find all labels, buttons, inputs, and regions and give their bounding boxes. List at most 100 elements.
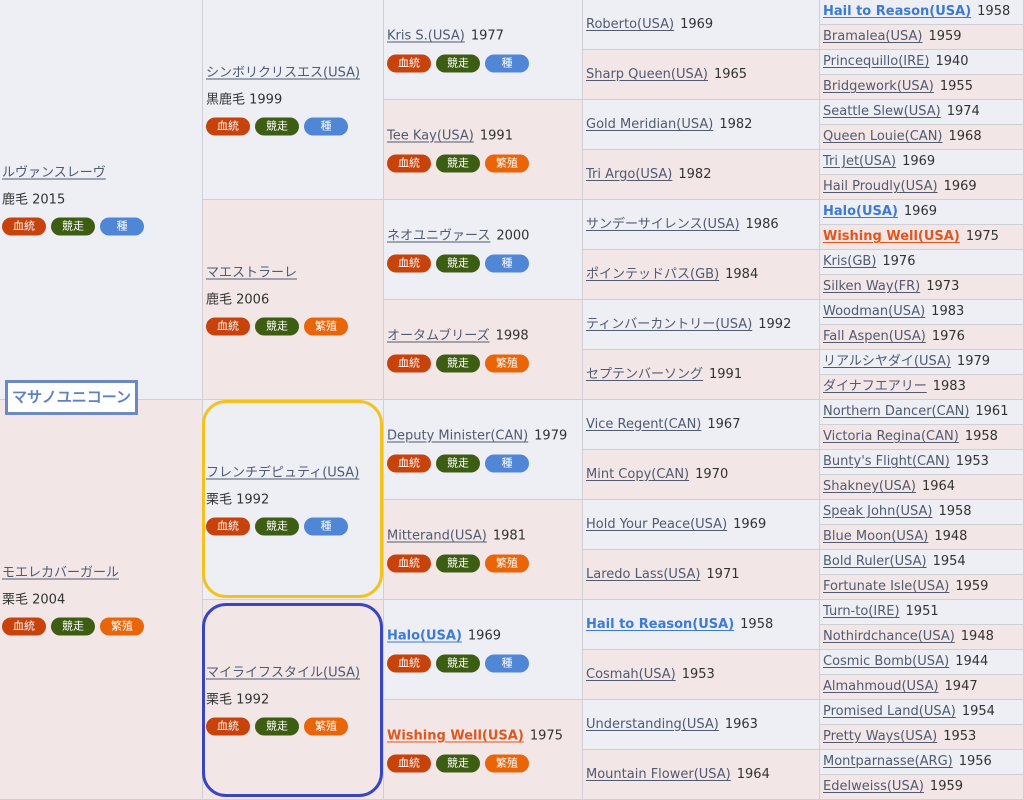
pedigree-badge[interactable]: 血統 — [2, 617, 46, 635]
pedigree-badge[interactable]: 血統 — [387, 754, 431, 772]
horse-name-link[interactable]: Woodman(USA) — [823, 304, 925, 319]
horse-name-link[interactable]: Bold Ruler(USA) — [823, 554, 927, 569]
horse-name-link[interactable]: Wishing Well(USA) — [823, 229, 960, 244]
horse-name-link[interactable]: Cosmic Bomb(USA) — [823, 654, 949, 669]
race-badge[interactable]: 競走 — [255, 717, 299, 735]
horse-name-link[interactable]: Halo(USA) — [823, 204, 898, 219]
pedigree-badge[interactable]: 血統 — [206, 517, 250, 535]
horse-name-link[interactable]: Kris(GB) — [823, 254, 876, 269]
horse-name-link[interactable]: オータムブリーズ — [387, 328, 490, 343]
pedigree-badge[interactable]: 血統 — [2, 217, 46, 235]
pedigree-badge[interactable]: 血統 — [206, 717, 250, 735]
race-badge[interactable]: 競走 — [51, 217, 95, 235]
pedigree-badge[interactable]: 血統 — [387, 154, 431, 172]
horse-name-link[interactable]: Princequillo(IRE) — [823, 54, 929, 69]
pedigree-badge[interactable]: 血統 — [387, 254, 431, 272]
race-badge[interactable]: 競走 — [436, 154, 480, 172]
stud-badge[interactable]: 種 — [485, 54, 529, 72]
broodmare-badge[interactable]: 繁殖 — [304, 717, 348, 735]
pedigree-badge[interactable]: 血統 — [387, 54, 431, 72]
pedigree-badge[interactable]: 血統 — [387, 354, 431, 372]
race-badge[interactable]: 競走 — [436, 754, 480, 772]
horse-name-link[interactable]: ネオユニヴァース — [387, 228, 490, 243]
pedigree-badge[interactable]: 血統 — [206, 117, 250, 135]
horse-name-link[interactable]: マエストラーレ — [206, 265, 297, 280]
horse-name-link[interactable]: Tri Jet(USA) — [823, 154, 896, 169]
horse-name-link[interactable]: Seattle Slew(USA) — [823, 104, 941, 119]
horse-name-link[interactable]: Hold Your Peace(USA) — [586, 517, 727, 532]
broodmare-badge[interactable]: 繁殖 — [485, 154, 529, 172]
horse-name-link[interactable]: マイライフスタイル(USA) — [206, 665, 360, 680]
horse-name-link[interactable]: Blue Moon(USA) — [823, 529, 928, 544]
horse-name-link[interactable]: Laredo Lass(USA) — [586, 567, 700, 582]
horse-name-link[interactable]: Bramalea(USA) — [823, 29, 922, 44]
race-badge[interactable]: 競走 — [436, 254, 480, 272]
horse-name-link[interactable]: Sharp Queen(USA) — [586, 67, 708, 82]
stud-badge[interactable]: 種 — [485, 254, 529, 272]
pedigree-badge[interactable]: 血統 — [206, 317, 250, 335]
race-badge[interactable]: 競走 — [51, 617, 95, 635]
horse-name-link[interactable]: Silken Way(FR) — [823, 279, 920, 294]
horse-name-link[interactable]: Kris S.(USA) — [387, 28, 465, 43]
horse-name-link[interactable]: フレンチデピュティ(USA) — [206, 465, 359, 480]
horse-name-link[interactable]: Mountain Flower(USA) — [586, 767, 731, 782]
broodmare-badge[interactable]: 繁殖 — [485, 354, 529, 372]
horse-name-link[interactable]: Bunty's Flight(CAN) — [823, 454, 950, 469]
horse-name-link[interactable]: Queen Louie(CAN) — [823, 129, 943, 144]
horse-name-link[interactable]: ルヴァンスレーヴ — [2, 165, 106, 180]
horse-name-link[interactable]: Hail Proudly(USA) — [823, 179, 938, 194]
horse-name-link[interactable]: ダイナフエアリー — [823, 379, 927, 394]
horse-name-link[interactable]: Tee Kay(USA) — [387, 128, 474, 143]
pedigree-badge[interactable]: 血統 — [387, 654, 431, 672]
stud-badge[interactable]: 種 — [100, 217, 144, 235]
horse-name-link[interactable]: Promised Land(USA) — [823, 704, 956, 719]
horse-name-link[interactable]: サンデーサイレンス(USA) — [586, 217, 740, 232]
horse-name-link[interactable]: Deputy Minister(CAN) — [387, 428, 528, 443]
stud-badge[interactable]: 種 — [485, 654, 529, 672]
horse-name-link[interactable]: Halo(USA) — [387, 628, 462, 643]
horse-name-link[interactable]: Mint Copy(CAN) — [586, 467, 689, 482]
race-badge[interactable]: 競走 — [436, 454, 480, 472]
broodmare-badge[interactable]: 繁殖 — [100, 617, 144, 635]
horse-name-link[interactable]: Bridgework(USA) — [823, 79, 934, 94]
horse-name-link[interactable]: ポインテッドパス(GB) — [586, 267, 719, 282]
horse-name-link[interactable]: ティンバーカントリー(USA) — [586, 317, 752, 332]
horse-name-link[interactable]: モエレカバーガール — [2, 565, 119, 580]
horse-name-link[interactable]: Fall Aspen(USA) — [823, 329, 926, 344]
horse-name-link[interactable]: Almahmoud(USA) — [823, 679, 939, 694]
horse-name-link[interactable]: Pretty Ways(USA) — [823, 729, 937, 744]
broodmare-badge[interactable]: 繁殖 — [485, 554, 529, 572]
horse-name-link[interactable]: Vice Regent(CAN) — [586, 417, 701, 432]
horse-name-link[interactable]: Turn-to(IRE) — [823, 604, 900, 619]
horse-name-link[interactable]: Northern Dancer(CAN) — [823, 404, 969, 419]
race-badge[interactable]: 競走 — [436, 354, 480, 372]
horse-name-link[interactable]: Hail to Reason(USA) — [823, 4, 971, 19]
race-badge[interactable]: 競走 — [436, 654, 480, 672]
horse-name-link[interactable]: Understanding(USA) — [586, 717, 719, 732]
horse-name-link[interactable]: Mitterand(USA) — [387, 528, 487, 543]
horse-name-link[interactable]: Speak John(USA) — [823, 504, 932, 519]
horse-name-link[interactable]: Montparnasse(ARG) — [823, 754, 953, 769]
horse-name-link[interactable]: Roberto(USA) — [586, 17, 674, 32]
horse-name-link[interactable]: Nothirdchance(USA) — [823, 629, 955, 644]
horse-name-link[interactable]: Shakney(USA) — [823, 479, 916, 494]
race-badge[interactable]: 競走 — [436, 554, 480, 572]
race-badge[interactable]: 競走 — [255, 517, 299, 535]
stud-badge[interactable]: 種 — [485, 454, 529, 472]
horse-name-link[interactable]: Edelweiss(USA) — [823, 779, 924, 794]
race-badge[interactable]: 競走 — [436, 54, 480, 72]
horse-name-link[interactable]: Hail to Reason(USA) — [586, 617, 734, 632]
horse-name-link[interactable]: Cosmah(USA) — [586, 667, 676, 682]
broodmare-badge[interactable]: 繁殖 — [304, 317, 348, 335]
horse-name-link[interactable]: リアルシヤダイ(USA) — [823, 354, 951, 369]
stud-badge[interactable]: 種 — [304, 117, 348, 135]
horse-name-link[interactable]: Tri Argo(USA) — [586, 167, 672, 182]
pedigree-badge[interactable]: 血統 — [387, 554, 431, 572]
race-badge[interactable]: 競走 — [255, 117, 299, 135]
horse-name-link[interactable]: セプテンバーソング — [586, 367, 703, 382]
horse-name-link[interactable]: シンボリクリスエス(USA) — [206, 65, 360, 80]
pedigree-badge[interactable]: 血統 — [387, 454, 431, 472]
horse-name-link[interactable]: Wishing Well(USA) — [387, 728, 524, 743]
stud-badge[interactable]: 種 — [304, 517, 348, 535]
broodmare-badge[interactable]: 繁殖 — [485, 754, 529, 772]
